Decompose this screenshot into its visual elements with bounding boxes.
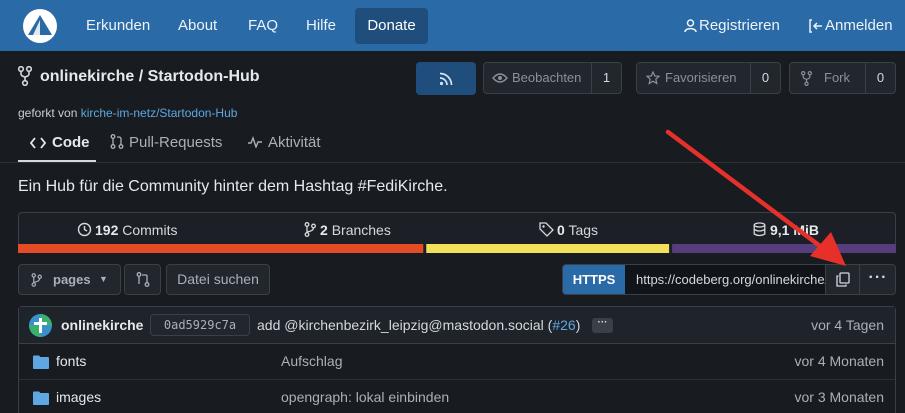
register-label: Registrieren — [699, 17, 780, 34]
watch-label: Beobachten — [512, 70, 582, 85]
branch-name: pages — [53, 272, 91, 287]
commits-label: Commits — [122, 222, 178, 238]
login-link[interactable]: Anmelden — [809, 0, 893, 51]
tab-divider — [0, 162, 905, 163]
person-icon — [684, 19, 697, 33]
language-segment[interactable] — [18, 244, 424, 253]
tab-pull-requests-label: Pull-Requests — [129, 134, 223, 151]
find-file-button[interactable]: Datei suchen — [166, 264, 270, 295]
nav-link-erkunden[interactable]: Erkunden — [86, 0, 150, 51]
file-time: vor 3 Monaten — [794, 389, 885, 405]
tags-stat[interactable]: 0 Tags — [539, 222, 598, 238]
commit-sha[interactable]: 0ad5929c7a — [150, 314, 250, 336]
tab-activity[interactable]: Aktivität — [247, 132, 321, 154]
repo-description: Ein Hub für die Community hinter dem Has… — [18, 178, 448, 195]
branches-label: Branches — [331, 222, 391, 238]
file-row[interactable]: images opengraph: lokal einbinden vor 3 … — [19, 380, 895, 413]
star-label: Favorisieren — [665, 70, 737, 85]
commit-message-text: add @kirchenbezirk_leipzig@mastodon.soci… — [257, 317, 553, 333]
commit-pr-link[interactable]: #26 — [552, 317, 575, 333]
commit-message[interactable]: add @kirchenbezirk_leipzig@mastodon.soci… — [257, 317, 580, 333]
fork-label: Fork — [824, 70, 850, 85]
star-button[interactable]: Favorisieren 0 — [636, 62, 781, 94]
language-segment[interactable] — [672, 244, 896, 253]
code-icon — [29, 137, 47, 149]
star-count[interactable]: 0 — [750, 63, 780, 93]
branch-selector[interactable]: pages ▼ — [18, 264, 121, 295]
forked-from-link[interactable]: kirche-im-netz/Startodon-Hub — [81, 106, 238, 120]
more-options-button[interactable]: ··· — [859, 265, 895, 294]
copy-url-button[interactable] — [825, 265, 859, 294]
tab-pull-requests[interactable]: Pull-Requests — [110, 132, 222, 154]
tags-count: 0 — [557, 222, 565, 238]
clone-url-input[interactable]: https://codeberg.org/onlinekirche/Starto… — [625, 265, 825, 294]
chevron-down-icon: ▼ — [99, 274, 108, 284]
history-icon — [77, 222, 92, 237]
file-time: vor 4 Monaten — [794, 353, 885, 369]
top-navbar: Erkunden About FAQ Hilfe Donate Registri… — [0, 0, 905, 51]
file-commit-message[interactable]: opengraph: lokal einbinden — [281, 389, 449, 405]
file-table: onlinekirche 0ad5929c7a add @kirchenbezi… — [18, 306, 896, 413]
file-commit-message[interactable]: Aufschlag — [281, 353, 342, 369]
clone-panel: HTTPS https://codeberg.org/onlinekirche/… — [562, 264, 896, 295]
nav-link-hilfe[interactable]: Hilfe — [306, 0, 336, 51]
fork-button[interactable]: Fork 0 — [789, 62, 896, 94]
database-icon — [753, 222, 766, 237]
sign-in-icon — [809, 19, 822, 33]
file-name[interactable]: fonts — [56, 353, 86, 369]
tags-label: Tags — [568, 222, 599, 238]
copy-icon — [836, 272, 850, 287]
rss-feed-button[interactable] — [416, 62, 476, 95]
register-link[interactable]: Registrieren — [684, 0, 780, 51]
repo-fork-icon — [18, 66, 32, 86]
repo-size: 9,1 MiB — [770, 222, 820, 238]
fork-count[interactable]: 0 — [865, 63, 895, 93]
donate-button[interactable]: Donate — [355, 8, 428, 44]
nav-link-faq[interactable]: FAQ — [248, 0, 278, 51]
folder-icon — [33, 355, 49, 369]
branch-icon — [304, 222, 316, 237]
language-segment[interactable] — [426, 244, 670, 253]
eye-icon — [492, 73, 508, 83]
tab-code-label: Code — [52, 134, 90, 151]
commits-stat[interactable]: 192 Commits — [77, 222, 177, 238]
star-icon — [646, 71, 660, 85]
folder-icon — [33, 391, 49, 405]
login-label: Anmelden — [825, 17, 893, 34]
clone-protocol-button[interactable]: HTTPS — [563, 265, 625, 294]
pull-request-icon — [110, 134, 124, 149]
compare-icon — [136, 272, 150, 287]
forked-from-line: geforkt von kirche-im-netz/Startodon-Hub — [18, 106, 237, 120]
tab-code[interactable]: Code — [29, 132, 90, 154]
commit-author[interactable]: onlinekirche — [61, 317, 143, 333]
tab-activity-label: Aktivität — [268, 134, 321, 151]
expand-commit-button[interactable]: ··· — [592, 318, 613, 333]
branch-icon — [31, 273, 42, 287]
size-stat: 9,1 MiB — [753, 222, 819, 238]
codeberg-logo-icon[interactable] — [22, 8, 58, 44]
pulse-icon — [248, 135, 262, 150]
commit-message-end: ) — [575, 317, 581, 333]
watch-button[interactable]: Beobachten 1 — [483, 62, 622, 94]
avatar[interactable] — [29, 314, 52, 337]
rss-icon — [439, 72, 453, 86]
file-name[interactable]: images — [56, 389, 101, 405]
branches-count: 2 — [320, 222, 328, 238]
language-bar[interactable] — [18, 244, 896, 253]
branches-stat[interactable]: 2 Branches — [304, 222, 391, 238]
watch-count[interactable]: 1 — [591, 63, 621, 93]
forked-prefix: geforkt von — [18, 106, 78, 120]
repo-title[interactable]: onlinekirche / Startodon-Hub — [40, 68, 260, 86]
file-row[interactable]: fonts Aufschlag vor 4 Monaten — [19, 344, 895, 380]
nav-link-about[interactable]: About — [178, 0, 217, 51]
tag-icon — [539, 222, 554, 237]
fork-icon — [801, 71, 812, 86]
commits-count: 192 — [95, 222, 119, 238]
latest-commit-row: onlinekirche 0ad5929c7a add @kirchenbezi… — [19, 307, 895, 344]
compare-button[interactable] — [124, 264, 161, 295]
commit-time: vor 4 Tagen — [811, 317, 884, 333]
